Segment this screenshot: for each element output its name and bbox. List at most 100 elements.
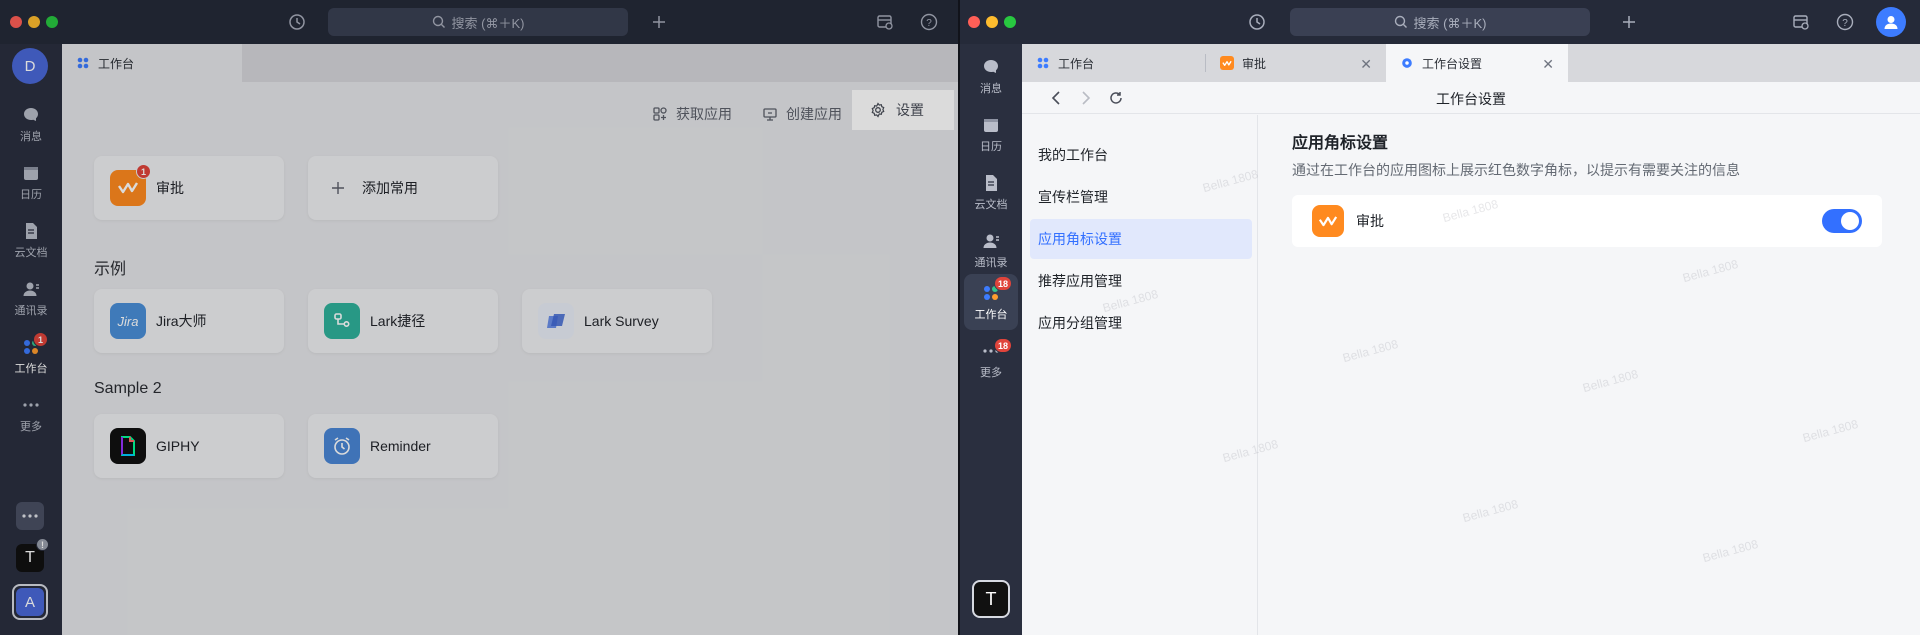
settings-button[interactable]: 设置 <box>852 90 954 130</box>
app-label: GIPHY <box>156 438 200 454</box>
tenant-t-button[interactable]: T ! <box>16 538 49 572</box>
add-icon[interactable] <box>648 11 670 33</box>
sidebar-item-docs[interactable]: 云文档 <box>0 214 62 266</box>
app-card-lark-shortcut[interactable]: Lark捷径 <box>308 289 498 353</box>
badge-toggle-switch[interactable] <box>1822 209 1862 233</box>
close-tab-icon[interactable]: ✕ <box>1542 56 1554 73</box>
minimize-window-button[interactable] <box>28 16 40 28</box>
sidebar-item-workspace[interactable]: 工作台 1 <box>0 330 62 382</box>
app-label: Lark Survey <box>584 313 659 329</box>
add-icon[interactable] <box>1618 11 1640 33</box>
more-apps-button[interactable] <box>16 502 44 530</box>
svg-text:?: ? <box>1842 18 1848 29</box>
notification-badge: 1 <box>33 332 48 347</box>
sidebar-label: 更多 <box>20 420 42 433</box>
help-icon[interactable]: ? <box>1834 11 1856 33</box>
more-icon <box>23 402 39 407</box>
sidebar-item-more[interactable]: 更多 <box>0 388 62 440</box>
app-card-reminder[interactable]: Reminder <box>308 414 498 478</box>
sidebar-item-contacts[interactable]: 通讯录 <box>960 224 1022 276</box>
tab-label: 工作台 <box>1058 56 1095 71</box>
docs-icon <box>986 174 997 191</box>
sidebar-item-calendar[interactable]: 日历 <box>0 156 62 208</box>
settings-content: 工作台 审批 ✕ 工作台设置 ✕ 工作台设置 我的工作台 宣传栏管理 应用角标设… <box>1022 44 1920 635</box>
nav-item-my-workspace[interactable]: 我的工作台 <box>1030 135 1252 175</box>
sidebar-label: 工作台 <box>974 308 1008 321</box>
sidebar-item-calendar[interactable]: 日历 <box>960 108 1022 160</box>
workspace-content: 工作台 获取应用 创建应用 设置 1 审批 添加常用 示例 Jira Jira大… <box>62 44 958 635</box>
search-bar[interactable]: 搜索 (⌘＋K) <box>1290 8 1590 36</box>
common-app-approval[interactable]: 1 审批 <box>94 156 284 220</box>
sidebar-label: 日历 <box>20 188 42 201</box>
close-tab-icon[interactable]: ✕ <box>1360 56 1372 73</box>
left-sidebar: D 消息 日历 云文档 通讯录 工作台 1 更多 T ! A <box>0 44 62 635</box>
tenant-a-button[interactable]: A <box>12 584 48 620</box>
add-common-button[interactable]: 添加常用 <box>308 156 498 220</box>
tenant-t-button[interactable]: T <box>972 580 1010 618</box>
history-icon[interactable] <box>286 11 308 33</box>
sidebar-label: 更多 <box>980 366 1002 379</box>
tab-workspace-settings[interactable]: 工作台设置 ✕ <box>1386 44 1568 82</box>
settings-nav: 我的工作台 宣传栏管理 应用角标设置 推荐应用管理 应用分组管理 <box>1022 115 1258 635</box>
app-label: Reminder <box>370 438 431 454</box>
tab-workspace[interactable]: 工作台 <box>62 44 242 82</box>
calendar-icon <box>24 166 38 180</box>
docs-icon <box>26 222 37 239</box>
sidebar-item-workspace[interactable]: 工作台 18 <box>964 274 1018 330</box>
sidebar-label: 消息 <box>980 82 1002 95</box>
settings-label: 设置 <box>896 102 924 118</box>
maximize-window-button[interactable] <box>1004 16 1016 28</box>
help-icon[interactable]: ? <box>918 11 940 33</box>
tab-workspace[interactable]: 工作台 <box>1022 44 1204 82</box>
close-window-button[interactable] <box>968 16 980 28</box>
tab-approval[interactable]: 审批 ✕ <box>1206 44 1386 82</box>
close-window-button[interactable] <box>10 16 22 28</box>
nav-item-app-groups[interactable]: 应用分组管理 <box>1030 303 1252 343</box>
sidebar-item-more[interactable]: 更多 18 <box>960 334 1022 386</box>
create-app-button[interactable]: 创建应用 <box>762 100 842 128</box>
chat-icon <box>24 107 38 121</box>
app-card-lark-survey[interactable]: Lark Survey <box>522 289 712 353</box>
shortcut-icon <box>324 303 360 339</box>
search-bar[interactable]: 搜索 (⌘＋K) <box>328 8 628 36</box>
sidebar-item-docs[interactable]: 云文档 <box>960 166 1022 218</box>
inbox-settings-icon[interactable] <box>874 11 896 33</box>
approval-icon <box>1220 56 1234 70</box>
sidebar-label: 工作台 <box>14 362 48 375</box>
minimize-window-button[interactable] <box>986 16 998 28</box>
maximize-window-button[interactable] <box>46 16 58 28</box>
avatar-letter: D <box>24 57 36 75</box>
sidebar-item-contacts[interactable]: 通讯录 <box>0 272 62 324</box>
tenant-letter: A <box>24 593 35 611</box>
search-placeholder: 搜索 (⌘＋K) <box>451 15 525 31</box>
app-label: 添加常用 <box>362 180 418 196</box>
tenant-letter: T <box>25 549 35 566</box>
search-icon <box>1394 15 1407 28</box>
survey-icon <box>538 303 574 339</box>
svg-text:?: ? <box>926 18 932 29</box>
app-card-jira[interactable]: Jira Jira大师 <box>94 289 284 353</box>
app-label: 审批 <box>156 180 184 196</box>
nav-item-badge-settings[interactable]: 应用角标设置 <box>1030 219 1252 259</box>
nav-item-recommended-apps[interactable]: 推荐应用管理 <box>1030 261 1252 301</box>
section-title: 应用角标设置 <box>1292 135 1389 152</box>
avatar[interactable]: D <box>12 48 48 84</box>
section-title: Sample 2 <box>94 380 162 397</box>
nav-item-banner-management[interactable]: 宣传栏管理 <box>1030 177 1252 217</box>
user-avatar[interactable] <box>1876 7 1906 37</box>
sidebar-item-messages[interactable]: 消息 <box>0 98 62 150</box>
tab-strip: 工作台 <box>62 44 958 82</box>
sidebar-label: 通讯录 <box>974 256 1008 269</box>
approval-icon: 1 <box>110 164 151 206</box>
sidebar-item-messages[interactable]: 消息 <box>960 50 1022 102</box>
right-window: 搜索 (⌘＋K) ? 消息 日历 云文档 通讯录 工作台 18 更多 18 T … <box>960 0 1920 635</box>
inbox-settings-icon[interactable] <box>1790 11 1812 33</box>
get-apps-button[interactable]: 获取应用 <box>652 100 732 128</box>
contacts-icon <box>23 282 39 296</box>
contacts-icon <box>983 234 999 248</box>
giphy-icon <box>110 428 146 464</box>
app-card-giphy[interactable]: GIPHY <box>94 414 284 478</box>
chat-icon <box>984 59 998 73</box>
tab-label: 工作台 <box>98 56 135 71</box>
history-icon[interactable] <box>1246 11 1268 33</box>
